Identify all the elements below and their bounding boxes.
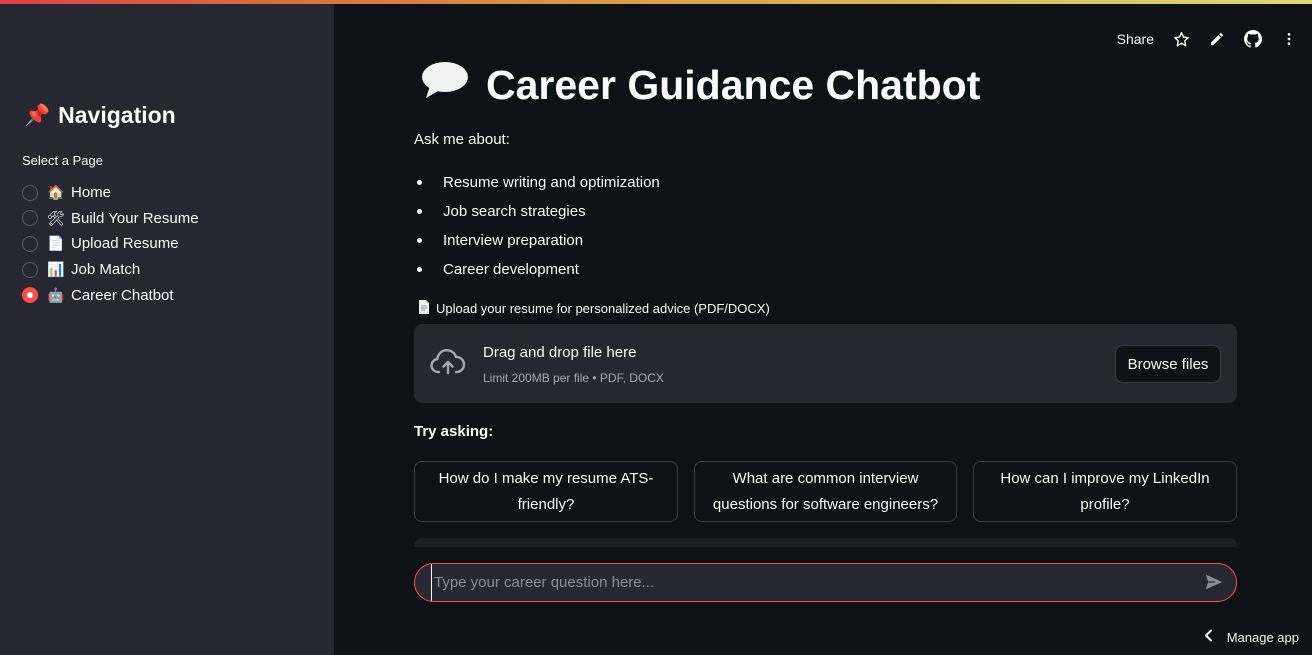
radio-button[interactable] bbox=[22, 261, 38, 278]
radio-button-selected[interactable] bbox=[22, 287, 38, 304]
sidebar-title: 📌 Navigation bbox=[24, 102, 176, 129]
home-icon: 🏠 bbox=[47, 184, 65, 201]
radio-option-upload-resume[interactable]: 📄 Upload Resume bbox=[22, 231, 199, 257]
file-dropzone[interactable]: Drag and drop file here Limit 200MB per … bbox=[414, 324, 1237, 403]
topics-list: Resume writing and optimization Job sear… bbox=[414, 168, 660, 284]
edit-icon[interactable] bbox=[1208, 30, 1226, 48]
chat-message-area bbox=[414, 538, 1237, 547]
radio-button[interactable] bbox=[22, 184, 38, 201]
document-icon: 📄 bbox=[47, 235, 65, 252]
page-radio-group: 🏠 Home 🛠 Build Your Resume 📄 Upload Resu… bbox=[22, 180, 199, 308]
radio-button[interactable] bbox=[22, 210, 38, 227]
radio-option-career-chatbot[interactable]: 🤖 Career Chatbot bbox=[22, 282, 199, 308]
manage-app-button[interactable]: Manage app bbox=[1204, 627, 1299, 647]
more-vertical-icon[interactable] bbox=[1280, 30, 1298, 48]
radio-button[interactable] bbox=[22, 235, 38, 252]
send-icon[interactable] bbox=[1204, 573, 1226, 593]
cloud-upload-icon bbox=[430, 348, 466, 381]
speech-bubble-icon bbox=[420, 60, 470, 110]
intro-text: Ask me about: bbox=[414, 131, 510, 148]
robot-icon: 🤖 bbox=[47, 286, 65, 303]
page-title-text: Career Guidance Chatbot bbox=[486, 61, 981, 108]
suggestion-button-interview[interactable]: What are common interview questions for … bbox=[694, 461, 957, 522]
app-toolbar: Share bbox=[1117, 28, 1298, 50]
share-button[interactable]: Share bbox=[1117, 31, 1154, 47]
sidebar: 📌 Navigation Select a Page 🏠 Home 🛠 Buil… bbox=[0, 4, 334, 655]
chat-input-container[interactable] bbox=[414, 563, 1237, 602]
chevron-left-icon bbox=[1204, 629, 1213, 645]
pushpin-icon: 📌 bbox=[24, 103, 51, 127]
list-item: Interview preparation bbox=[414, 226, 660, 255]
star-icon[interactable] bbox=[1172, 30, 1190, 48]
page-title: Career Guidance Chatbot bbox=[420, 60, 980, 110]
list-item: Job search strategies bbox=[414, 197, 660, 226]
radio-label: Upload Resume bbox=[71, 235, 179, 253]
page-select-label: Select a Page bbox=[22, 153, 103, 168]
suggestion-button-ats[interactable]: How do I make my resume ATS-friendly? bbox=[414, 461, 678, 522]
dropzone-title: Drag and drop file here bbox=[483, 344, 637, 361]
manage-app-label: Manage app bbox=[1226, 629, 1299, 645]
upload-label: Upload your resume for personalized advi… bbox=[418, 300, 770, 317]
list-item: Career development bbox=[414, 255, 660, 284]
list-item: Resume writing and optimization bbox=[414, 168, 660, 197]
radio-option-build-resume[interactable]: 🛠 Build Your Resume bbox=[22, 206, 199, 232]
chat-input[interactable] bbox=[431, 564, 1191, 601]
suggestion-button-linkedin[interactable]: How can I improve my LinkedIn profile? bbox=[973, 461, 1237, 522]
github-icon[interactable] bbox=[1244, 30, 1262, 48]
try-asking-label: Try asking: bbox=[414, 423, 494, 440]
radio-label: Build Your Resume bbox=[71, 209, 199, 227]
browse-files-button[interactable]: Browse files bbox=[1115, 345, 1221, 383]
upload-label-text: Upload your resume for personalized advi… bbox=[436, 301, 770, 316]
tools-icon: 🛠 bbox=[47, 209, 65, 226]
radio-option-home[interactable]: 🏠 Home bbox=[22, 180, 199, 206]
dropzone-limit: Limit 200MB per file • PDF, DOCX bbox=[483, 371, 664, 385]
sidebar-title-text: Navigation bbox=[58, 102, 176, 128]
radio-option-job-match[interactable]: 📊 Job Match bbox=[22, 257, 199, 283]
bar-chart-icon: 📊 bbox=[47, 261, 65, 278]
document-icon bbox=[418, 300, 430, 317]
radio-label: Job Match bbox=[71, 261, 141, 279]
radio-label: Career Chatbot bbox=[71, 286, 174, 304]
radio-label: Home bbox=[71, 184, 112, 202]
